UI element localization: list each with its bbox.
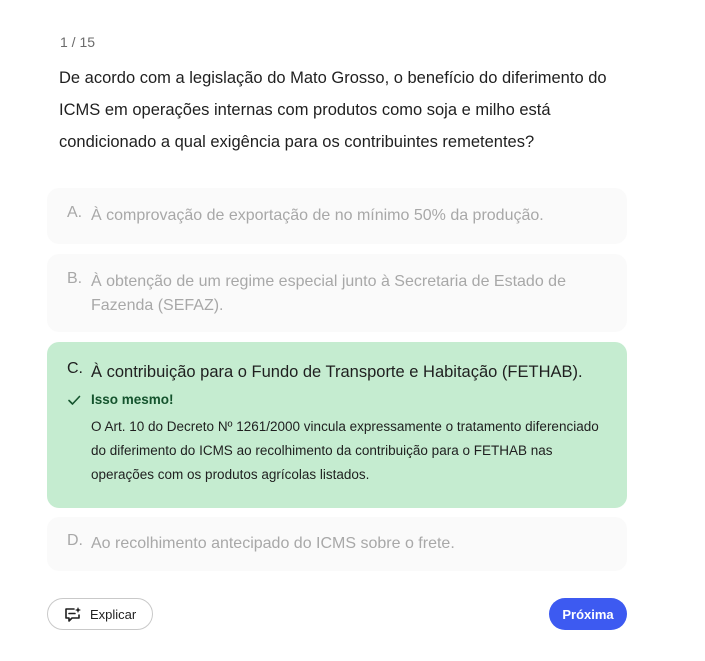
- question-counter: 1 / 15: [60, 34, 96, 50]
- option-text: À obtenção de um regime especial junto à…: [91, 273, 566, 314]
- feedback-title: Isso mesmo!: [91, 392, 174, 407]
- feedback-header: Isso mesmo!: [67, 392, 607, 407]
- sparkle-comment-icon: [64, 606, 82, 622]
- option-b[interactable]: B. À obtenção de um regime especial junt…: [47, 254, 627, 332]
- option-letter: D.: [67, 532, 83, 549]
- explain-label: Explicar: [90, 606, 137, 622]
- feedback-explanation: O Art. 10 do Decreto Nº 1261/2000 vincul…: [91, 419, 599, 482]
- option-letter: A.: [67, 204, 83, 221]
- option-text: À comprovação de exportação de no mínimo…: [91, 207, 544, 224]
- option-text: À contribuição para o Fundo de Transport…: [91, 363, 583, 381]
- next-button[interactable]: Próxima: [549, 598, 627, 630]
- check-icon: [67, 393, 91, 407]
- option-a[interactable]: A. À comprovação de exportação de no mín…: [47, 188, 627, 244]
- explain-button[interactable]: Explicar: [47, 598, 153, 630]
- option-letter: B.: [67, 270, 83, 287]
- option-d[interactable]: D. Ao recolhimento antecipado do ICMS so…: [47, 517, 627, 571]
- next-label: Próxima: [562, 606, 614, 622]
- question-text: De acordo com a legislação do Mato Gross…: [59, 69, 607, 151]
- option-text: Ao recolhimento antecipado do ICMS sobre…: [91, 535, 455, 552]
- option-letter: C.: [67, 360, 83, 377]
- option-c-correct[interactable]: C. À contribuição para o Fundo de Transp…: [47, 342, 627, 508]
